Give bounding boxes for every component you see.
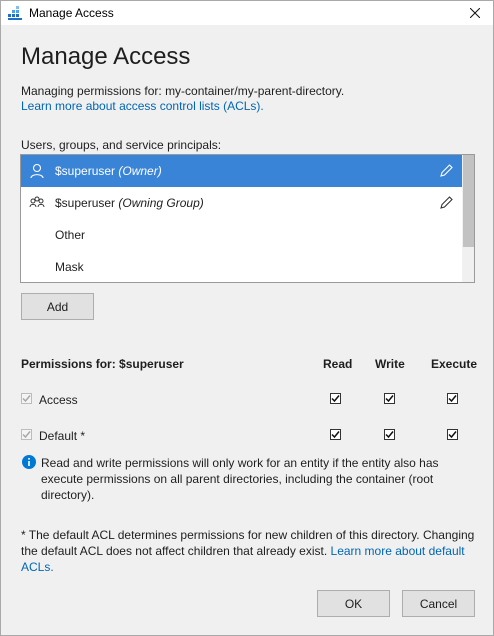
default-enabled-checkbox <box>21 429 32 440</box>
checkmark-icon <box>385 431 394 439</box>
principal-role: (Owning Group) <box>118 196 204 210</box>
default-read-checkbox[interactable] <box>330 429 341 440</box>
learn-acl-link[interactable]: Learn more about access control lists (A… <box>21 99 264 113</box>
column-execute: Execute <box>431 357 478 371</box>
principals-label: Users, groups, and service principals: <box>21 138 222 152</box>
column-read: Read <box>323 357 353 371</box>
window-title: Manage Access <box>29 6 114 20</box>
ok-button[interactable]: OK <box>317 590 390 617</box>
managing-path-text: Managing permissions for: my-container/m… <box>21 84 345 98</box>
principal-role: (Owner) <box>118 164 162 178</box>
checkmark-icon <box>448 431 457 439</box>
info-icon <box>22 455 36 469</box>
group-icon <box>29 196 45 208</box>
scrollbar-thumb[interactable] <box>463 155 474 247</box>
checkmark-icon <box>22 431 31 439</box>
manage-access-dialog: Manage Access Manage Access Managing per… <box>0 0 494 636</box>
storage-explorer-icon <box>8 6 22 20</box>
close-button[interactable] <box>457 1 493 25</box>
add-button[interactable]: Add <box>21 293 94 320</box>
access-write-checkbox[interactable] <box>384 393 395 404</box>
pencil-icon[interactable] <box>438 163 454 179</box>
cancel-button[interactable]: Cancel <box>402 590 475 617</box>
checkmark-icon <box>331 395 340 403</box>
list-item-label: $superuser (Owner) <box>55 164 162 178</box>
close-icon <box>470 8 480 18</box>
principal-name: $superuser <box>55 164 116 178</box>
principal-name: $superuser <box>55 196 116 210</box>
access-execute-checkbox[interactable] <box>447 393 458 404</box>
user-icon <box>30 163 44 179</box>
list-item-label: Mask <box>55 260 84 274</box>
access-read-checkbox[interactable] <box>330 393 341 404</box>
column-write: Write <box>375 357 405 371</box>
access-label: Access <box>39 393 78 407</box>
info-message: Read and write permissions will only wor… <box>41 456 439 502</box>
list-item-label: Other <box>55 228 86 242</box>
checkmark-icon <box>448 395 457 403</box>
default-write-checkbox[interactable] <box>384 429 395 440</box>
access-enabled-checkbox <box>21 393 32 404</box>
principals-list[interactable]: $superuser (Owner) $superuser (Owning Gr… <box>20 154 475 283</box>
checkmark-icon <box>22 395 31 403</box>
list-item-mask[interactable]: Mask <box>21 251 462 282</box>
default-execute-checkbox[interactable] <box>447 429 458 440</box>
checkmark-icon <box>331 431 340 439</box>
permissions-title: Permissions for: $superuser <box>21 357 184 371</box>
list-item-owning-group[interactable]: $superuser (Owning Group) <box>21 187 462 219</box>
list-item-other[interactable]: Other <box>21 219 462 251</box>
list-item-label: $superuser (Owning Group) <box>55 196 204 210</box>
default-acl-footnote: * The default ACL determines permissions… <box>21 527 476 575</box>
list-item-owner[interactable]: $superuser (Owner) <box>21 155 462 187</box>
page-title: Manage Access <box>21 43 191 70</box>
pencil-icon[interactable] <box>438 195 454 211</box>
checkmark-icon <box>385 395 394 403</box>
title-bar: Manage Access <box>1 1 493 25</box>
default-label: Default * <box>39 429 86 443</box>
list-scrollbar[interactable] <box>462 155 474 282</box>
